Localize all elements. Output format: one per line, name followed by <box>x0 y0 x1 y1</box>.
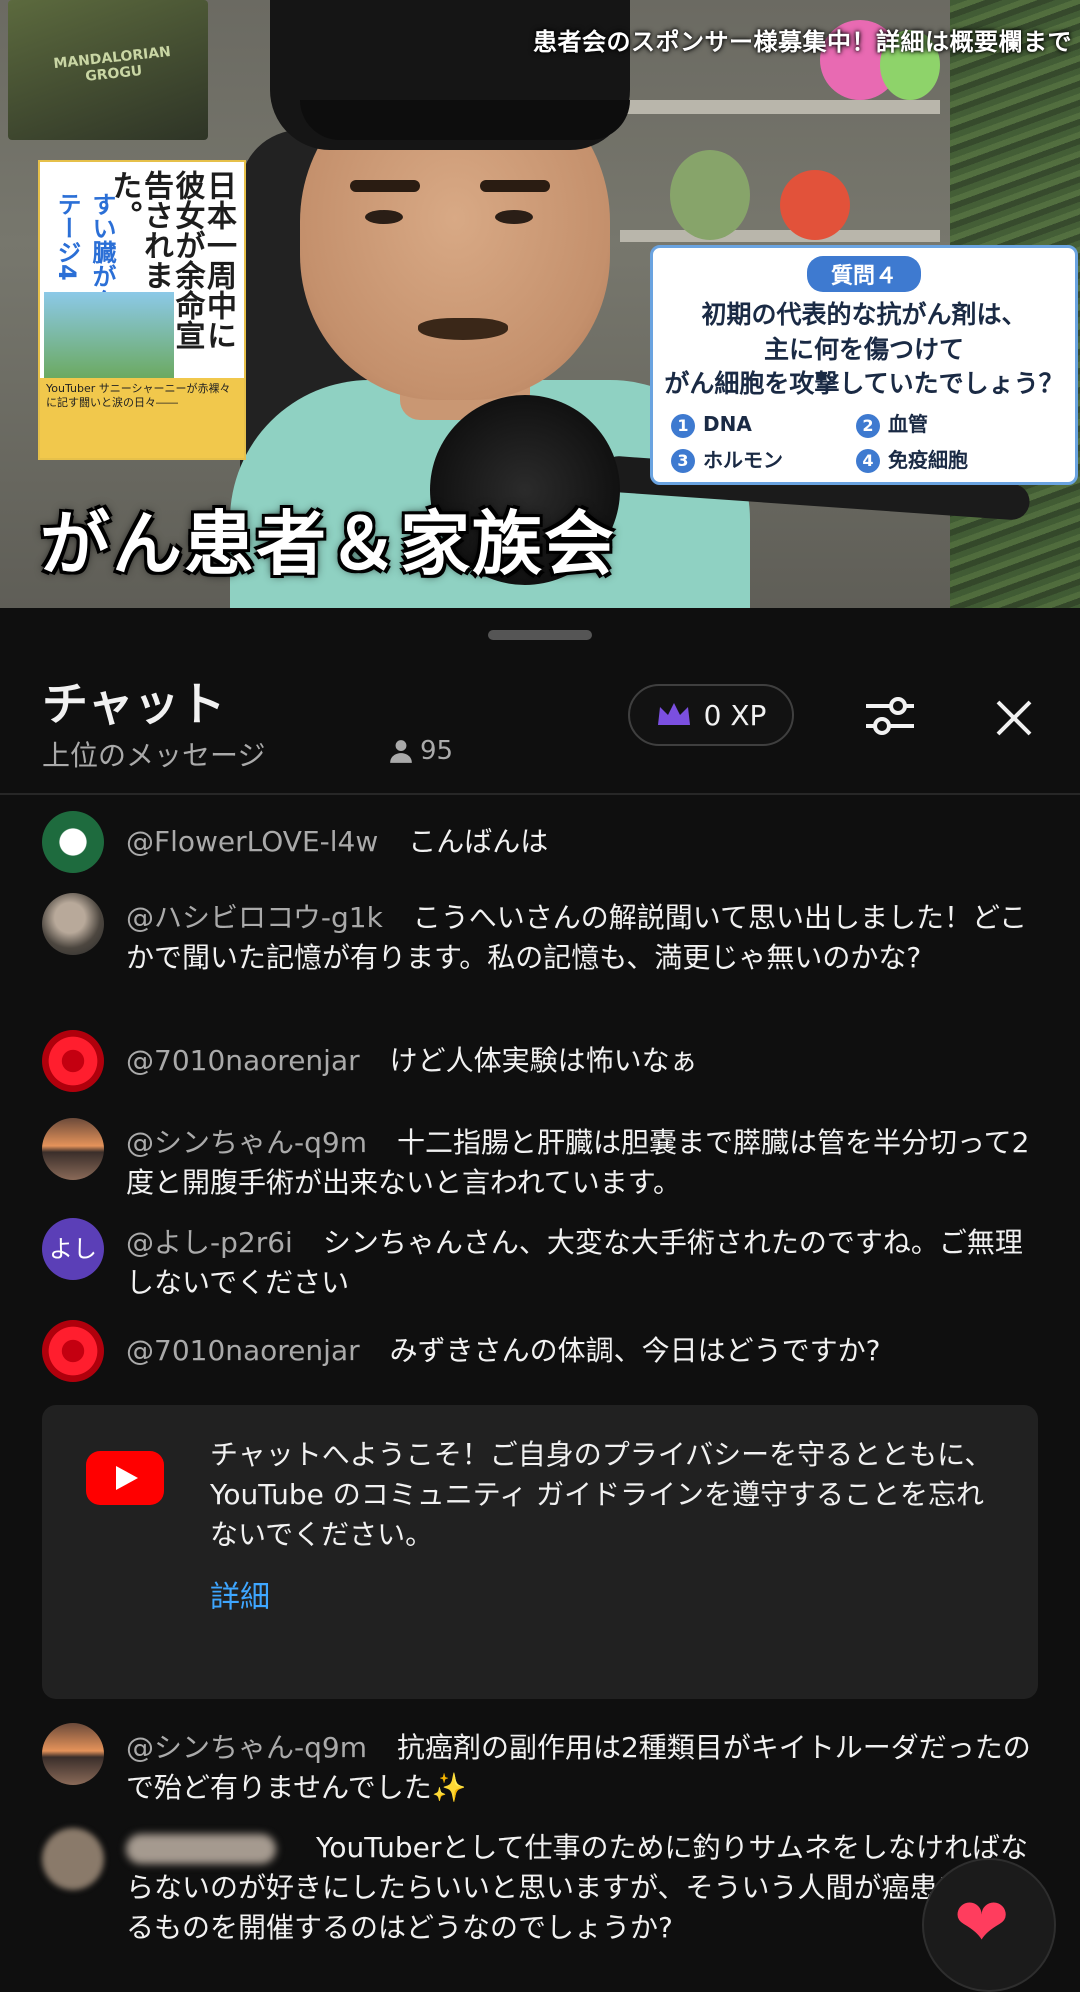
quiz-option: 2 血管 <box>856 408 1041 438</box>
blurred-avatar[interactable] <box>42 1828 104 1890</box>
chat-title: チャット <box>42 677 226 731</box>
message-body: @7010naorenjar けど人体実験は怖いなぁ <box>126 1041 1038 1081</box>
quiz-option: 4 免疫細胞 <box>856 444 1041 473</box>
close-icon[interactable] <box>992 696 1036 740</box>
starbucks-avatar[interactable] <box>42 811 104 873</box>
poster-text: MANDALORIAN GROGU <box>52 43 172 85</box>
sponsor-banner: 患者会のスポンサー様募集中！詳細は概要欄まで <box>533 28 1072 56</box>
eye <box>365 210 403 224</box>
cap-brim <box>300 100 630 140</box>
viewer-count: 95 <box>388 736 453 766</box>
person-icon <box>390 740 412 763</box>
youtube-icon <box>86 1451 164 1505</box>
quiz-question: 初期の代表的な抗がん剤は、 主に何を傷つけて がん細胞を攻撃していたでしょう？ <box>653 298 1075 402</box>
quiz-question-line: 初期の代表的な抗がん剤は、 <box>701 300 1027 329</box>
heart-icon: ❤ <box>954 1884 1010 1961</box>
eyebrow <box>350 180 420 192</box>
welcome-notice: チャットへようこそ！ご自身のプライバシーを守るとともに、YouTube のコミュ… <box>42 1405 1038 1699</box>
quiz-question-line: 主に何を傷つけて <box>763 334 964 364</box>
quiz-question-line: がん細胞を攻撃していたでしょう？ <box>664 369 1064 398</box>
book-band: YouTuber サニーシャーニーが赤裸々に記す闘いと涙の日々―― <box>40 378 244 458</box>
notice-text: チャットへようこそ！ご自身のプライバシーを守るとともに、YouTube のコミュ… <box>210 1438 993 1551</box>
option-number: 4 <box>856 449 880 473</box>
option-label: 血管 <box>888 412 928 436</box>
eyebrow <box>480 180 550 192</box>
sunset-avatar[interactable] <box>42 1723 104 1785</box>
message-body: @7010naorenjar みずきさんの体調、今日はどうですか? <box>126 1331 1038 1371</box>
message-body: YouTuberとして仕事のために釣りサムネをしなければならないのが好きにしたら… <box>126 1828 1038 1948</box>
chat-panel: チャット 上位のメッセージ 95 0 XP @FlowerLOVE-l4w こんば… <box>0 608 1080 1992</box>
flower-avatar[interactable] <box>42 1320 104 1382</box>
quiz-option: 3 ホルモン <box>671 444 856 473</box>
message-body: @FlowerLOVE-l4w こんばんは <box>126 822 1038 862</box>
filter-icon[interactable] <box>862 692 918 740</box>
header-divider <box>0 793 1080 795</box>
background-shelf <box>620 100 940 114</box>
message-author[interactable]: @7010naorenjar <box>126 1334 360 1367</box>
message-text: けど人体実験は怖いなぁ <box>389 1044 698 1077</box>
message-body: @よし-p2r6i シンちゃんさん、大変な大手術されたのですね。ご無理しないでくだ… <box>126 1223 1038 1303</box>
message-body: @シンちゃん-q9m 十二指腸と肝臓は胆嚢まで膵臓は管を半分切って2度と開腹手術が… <box>126 1123 1038 1203</box>
option-label: 免疫細胞 <box>888 447 968 472</box>
chat-mode-selector[interactable]: 上位のメッセージ <box>42 734 265 774</box>
option-label: DNA <box>703 412 752 436</box>
message-body: @ハシビロコウ-g1k こうへいさんの解説聞いて思い出しました！どこかで聞いた記憶… <box>126 898 1038 978</box>
details-link[interactable]: 詳細 <box>210 1572 270 1616</box>
message-author[interactable]: @よし-p2r6i <box>126 1226 293 1259</box>
sunset-avatar[interactable] <box>42 1118 104 1180</box>
crown-icon <box>657 703 690 725</box>
message-text: こんばんは <box>408 825 549 858</box>
flower-avatar[interactable] <box>42 1030 104 1092</box>
drag-handle[interactable] <box>488 630 592 640</box>
option-number: 1 <box>671 413 695 438</box>
figure-toy <box>780 170 850 240</box>
quiz-options: 1 DNA 2 血管 3 ホルモン 4 免疫細胞 <box>671 408 1065 479</box>
viewer-count-value: 95 <box>420 736 454 766</box>
book-cover: 日本一周中に彼女が余命宣告されました。 すい臓がんステージ4 YouTuber … <box>38 160 246 460</box>
message-author[interactable]: @シンちゃん-q9m <box>126 1731 367 1764</box>
quiz-option: 1 DNA <box>671 412 856 438</box>
xp-button[interactable]: 0 XP <box>628 684 794 746</box>
message-author[interactable]: @FlowerLOVE-l4w <box>126 825 378 858</box>
overlay-title: がん患者＆家族会 <box>40 503 616 585</box>
xp-label: 0 XP <box>703 698 767 732</box>
background-shelf <box>620 230 940 242</box>
bird-avatar[interactable] <box>42 893 104 955</box>
yoshi-avatar[interactable]: よし <box>42 1218 104 1280</box>
video-player[interactable]: MANDALORIAN GROGU 患者会のスポンサー様募集中！詳細は概要欄まで… <box>0 0 1080 608</box>
message-body: @シンちゃん-q9m 抗癌剤の副作用は2種類目がキイトルーダだったので殆ど有りませ… <box>126 1728 1038 1808</box>
book-band-text: YouTuber サニーシャーニーが赤裸々に記す闘いと涙の日々―― <box>46 382 231 410</box>
option-number: 3 <box>671 449 695 473</box>
redacted-author <box>126 1834 276 1864</box>
eye <box>495 210 533 224</box>
quiz-card: 質問４ 初期の代表的な抗がん剤は、 主に何を傷つけて がん細胞を攻撃していたでし… <box>650 245 1078 485</box>
quiz-badge: 質問４ <box>806 256 921 292</box>
background-poster: MANDALORIAN GROGU <box>8 0 208 140</box>
figure-toy <box>670 150 750 240</box>
option-label: ホルモン <box>703 447 783 472</box>
message-text: みずきさんの体調、今日はどうですか? <box>389 1334 881 1367</box>
mustache <box>418 318 508 340</box>
message-author[interactable]: @シンちゃん-q9m <box>126 1126 367 1159</box>
book-photo <box>44 292 174 382</box>
option-number: 2 <box>856 413 880 438</box>
message-author[interactable]: @7010naorenjar <box>126 1044 360 1077</box>
message-author[interactable]: @ハシビロコウ-g1k <box>126 901 383 934</box>
